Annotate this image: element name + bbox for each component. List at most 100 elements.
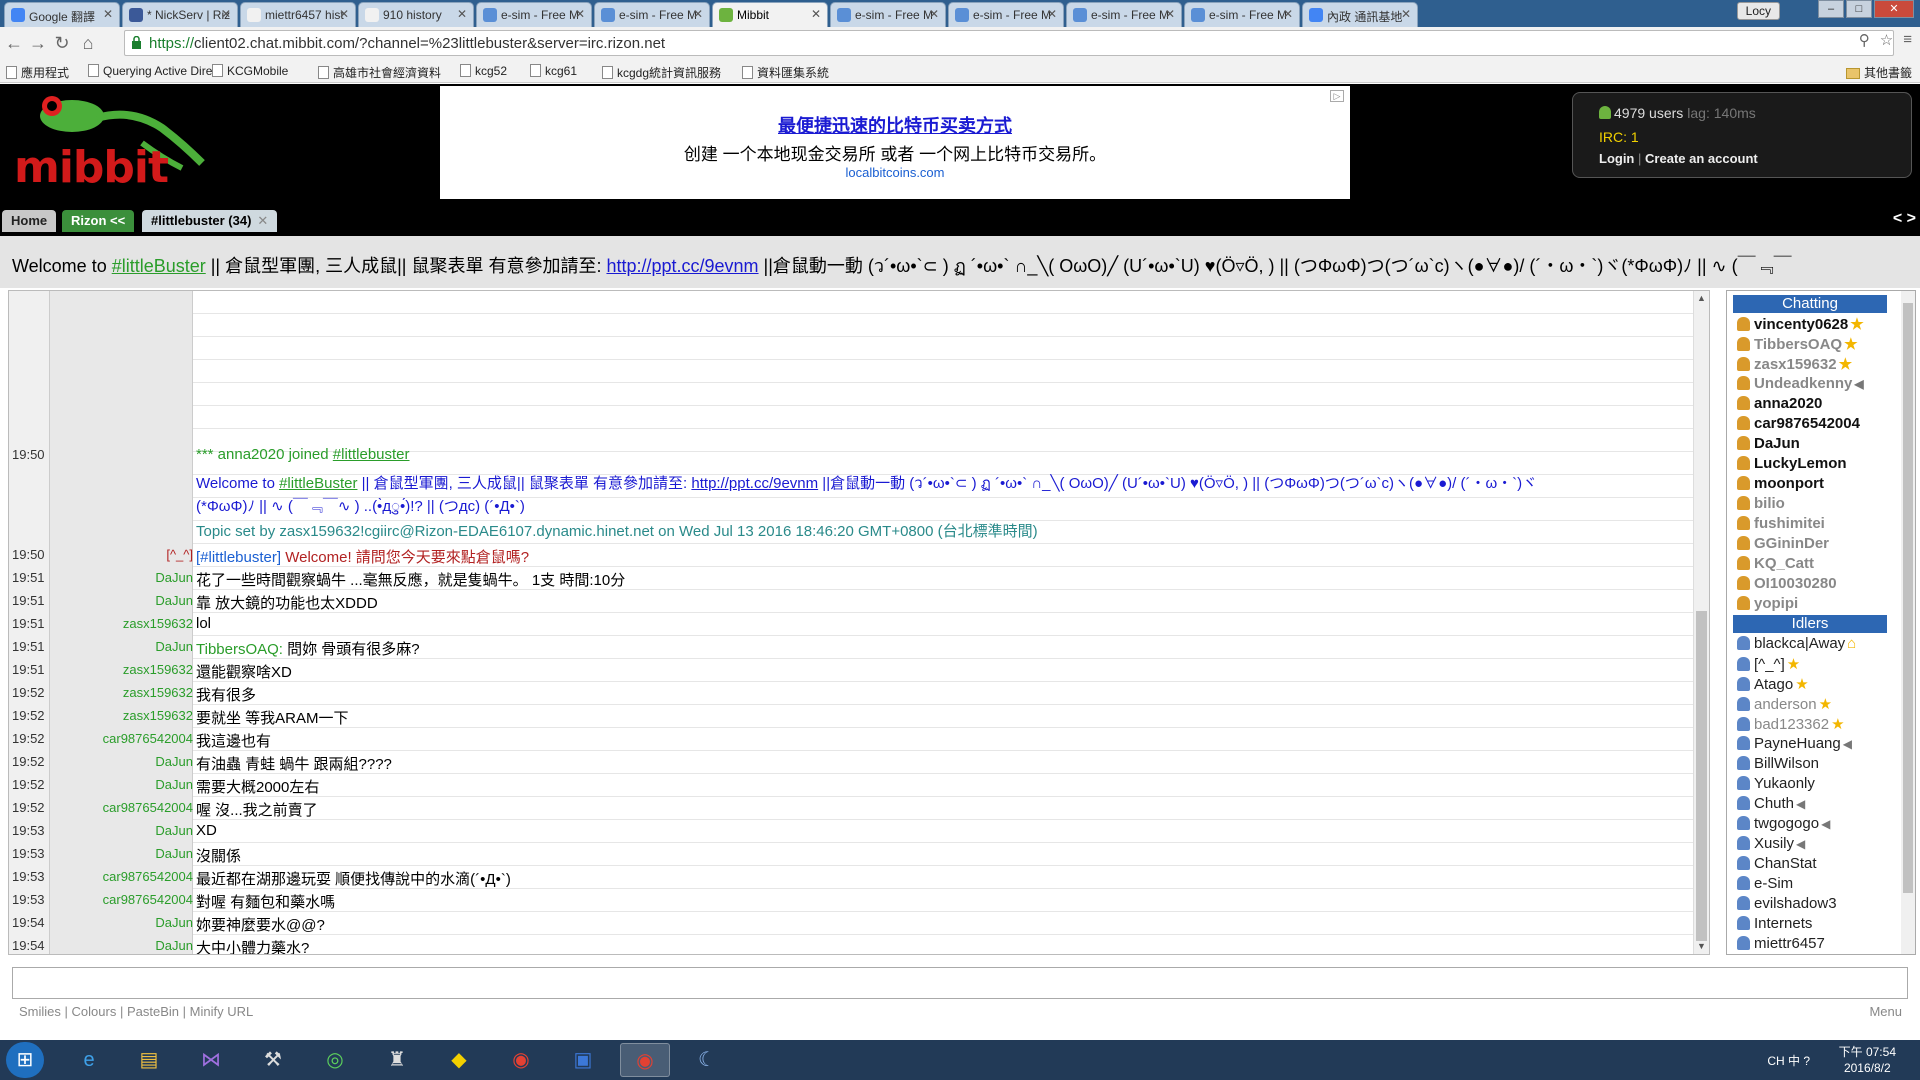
message-nick[interactable]: DaJun (155, 938, 193, 953)
chrome-active-icon[interactable]: ◉ (620, 1043, 670, 1077)
user-list-item[interactable]: e-Sim (1737, 875, 1793, 895)
other-bookmarks[interactable]: 其他書籤 (1845, 64, 1912, 81)
topic-url-link[interactable]: http://ppt.cc/9evnm (606, 256, 758, 276)
topic-channel-link[interactable]: #littleBuster (112, 256, 206, 276)
smilies-link[interactable]: Smilies (19, 1004, 61, 1019)
scroll-down-arrow-icon[interactable]: ▼ (1697, 941, 1706, 951)
message-nick[interactable]: zasx159632 (123, 708, 193, 723)
user-list-item[interactable]: miettr6457 (1737, 935, 1825, 954)
user-list-item[interactable]: DaJun (1737, 435, 1800, 455)
bookmark-item[interactable]: kcgdg統計資訊服務 (602, 64, 721, 81)
join-channel-link[interactable]: #littlebuster (333, 446, 410, 463)
game-icon[interactable]: ♜ (372, 1043, 422, 1077)
user-list-item[interactable]: moonport (1737, 475, 1824, 495)
tab-close-icon[interactable]: ✕ (1047, 7, 1057, 21)
system-tray[interactable]: CH 中 ? (1767, 1052, 1810, 1069)
kakao-icon[interactable]: ◆ (434, 1043, 484, 1077)
back-arrow-icon[interactable]: ← (4, 33, 24, 53)
message-nick[interactable]: DaJun (155, 823, 193, 838)
user-list-item[interactable]: TibbersOAQ ★ (1737, 335, 1858, 355)
tab-rizon-server[interactable]: Rizon << (62, 210, 135, 232)
start-button-icon[interactable]: ⊞ (6, 1042, 44, 1078)
user-list-item[interactable]: KQ_Catt (1737, 555, 1814, 575)
browser-tab[interactable]: e-sim - Free M ✕ (948, 2, 1064, 27)
colours-link[interactable]: Colours (72, 1004, 117, 1019)
mibbit-logo[interactable]: mibbit (14, 142, 169, 193)
message-nick[interactable]: DaJun (155, 915, 193, 930)
bookmark-item[interactable]: 資料匯集系統 (742, 64, 829, 81)
message-nick[interactable]: car9876542004 (103, 869, 193, 884)
tab-home[interactable]: Home (2, 210, 57, 232)
user-list-item[interactable]: blackca|Away ⌂ (1737, 635, 1856, 655)
browser-tab[interactable]: e-sim - Free M ✕ (476, 2, 592, 27)
user-list-scroll-thumb[interactable] (1903, 303, 1913, 893)
browser-tab[interactable]: e-sim - Free M ✕ (830, 2, 946, 27)
user-list-item[interactable]: Undeadkenny ◀ (1737, 375, 1864, 395)
chrome-icon[interactable]: ◉ (496, 1043, 546, 1077)
user-list-item[interactable]: twgogogo ◀ (1737, 815, 1830, 835)
user-list-item[interactable]: PayneHuang ◀ (1737, 735, 1852, 755)
browser-tab[interactable]: miettr6457 hist ✕ (240, 2, 356, 27)
user-list-item[interactable]: Xusily ◀ (1737, 835, 1805, 855)
user-list-item[interactable]: anderson ★ (1737, 695, 1832, 715)
browser-tab[interactable]: e-sim - Free M ✕ (594, 2, 710, 27)
browser-tab[interactable]: 910 history ✕ (358, 2, 474, 27)
create-account-link[interactable]: Create an account (1645, 151, 1758, 166)
message-nick[interactable]: zasx159632 (123, 662, 193, 677)
tab-close-icon[interactable]: ✕ (1283, 7, 1293, 21)
forward-arrow-icon[interactable]: → (28, 33, 48, 53)
user-list-item[interactable]: [^_^] ★ (1737, 655, 1800, 675)
chat-log[interactable]: 19:50 *** anna2020 joined #littlebuster … (8, 290, 1710, 955)
user-list-item[interactable]: OI10030280 (1737, 575, 1837, 595)
message-input[interactable] (12, 967, 1908, 999)
bookmark-item[interactable]: Querying Active Dire (88, 64, 212, 78)
app-icon[interactable]: ◎ (310, 1043, 360, 1077)
message-nick[interactable]: DaJun (155, 570, 193, 585)
home-icon[interactable]: ⌂ (78, 33, 98, 53)
internet-explorer-icon[interactable]: e (64, 1043, 114, 1077)
message-nick[interactable]: DaJun (155, 846, 193, 861)
close-tab-icon[interactable]: ✕ (257, 213, 268, 228)
tab-scroll-arrows[interactable]: < > (1893, 210, 1916, 228)
pastebin-link[interactable]: PasteBin (127, 1004, 179, 1019)
browser-tab[interactable]: 內政 通訊基地 ✕ (1302, 2, 1418, 27)
tab-close-icon[interactable]: ✕ (811, 7, 821, 21)
browser-tab[interactable]: e-sim - Free M ✕ (1184, 2, 1300, 27)
topic-line1-channel[interactable]: #littleBuster (279, 475, 357, 492)
tab-littlebuster[interactable]: #littlebuster (34) ✕ (142, 210, 278, 232)
tab-close-icon[interactable]: ✕ (575, 7, 585, 21)
message-nick[interactable]: car9876542004 (103, 892, 193, 907)
scroll-up-arrow-icon[interactable]: ▲ (1697, 293, 1706, 303)
user-list-item[interactable]: yopipi (1737, 595, 1798, 615)
message-nick[interactable]: DaJun (155, 593, 193, 608)
browser-tab[interactable]: e-sim - Free M ✕ (1066, 2, 1182, 27)
clock[interactable]: 下午 07:54 2016/8/2 (1839, 1044, 1896, 1076)
message-nick[interactable]: car9876542004 (103, 731, 193, 746)
tab-close-icon[interactable]: ✕ (1401, 7, 1411, 21)
close-window-button[interactable]: ✕ (1874, 0, 1914, 18)
user-list-item[interactable]: vincenty0628 ★ (1737, 315, 1864, 335)
user-list-item[interactable]: Internets (1737, 915, 1812, 935)
message-nick[interactable]: DaJun (155, 639, 193, 654)
user-list-item[interactable]: bad123362 ★ (1737, 715, 1845, 735)
message-nick[interactable]: [^_^] (166, 547, 193, 562)
ad-title[interactable]: 最便捷迅速的比特币买卖方式 (440, 112, 1350, 138)
user-list-item[interactable]: LuckyLemon (1737, 455, 1847, 475)
ad-choices-icon[interactable]: ▷ (1330, 90, 1344, 102)
user-list-item[interactable]: GGininDer (1737, 535, 1829, 555)
message-channel[interactable]: [#littlebuster] (196, 549, 281, 566)
bookmark-item[interactable]: kcg52 (460, 64, 507, 78)
menu-link[interactable]: Menu (1869, 1004, 1902, 1019)
tab-close-icon[interactable]: ✕ (457, 7, 467, 21)
user-list-item[interactable]: bilio (1737, 495, 1785, 515)
tab-close-icon[interactable]: ✕ (929, 7, 939, 21)
tab-close-icon[interactable]: ✕ (221, 7, 231, 21)
tools-icon[interactable]: ⚒ (248, 1043, 298, 1077)
user-list-item[interactable]: Yukaonly (1737, 775, 1815, 795)
user-list-item[interactable]: evilshadow3 (1737, 895, 1837, 915)
user-list-item[interactable]: car9876542004 (1737, 415, 1860, 435)
minimize-button[interactable]: – (1818, 0, 1844, 18)
message-nick[interactable]: car9876542004 (103, 800, 193, 815)
file-explorer-icon[interactable]: ▤ (124, 1043, 174, 1077)
bookmark-item[interactable]: 高雄市社會經濟資料 (318, 64, 441, 81)
